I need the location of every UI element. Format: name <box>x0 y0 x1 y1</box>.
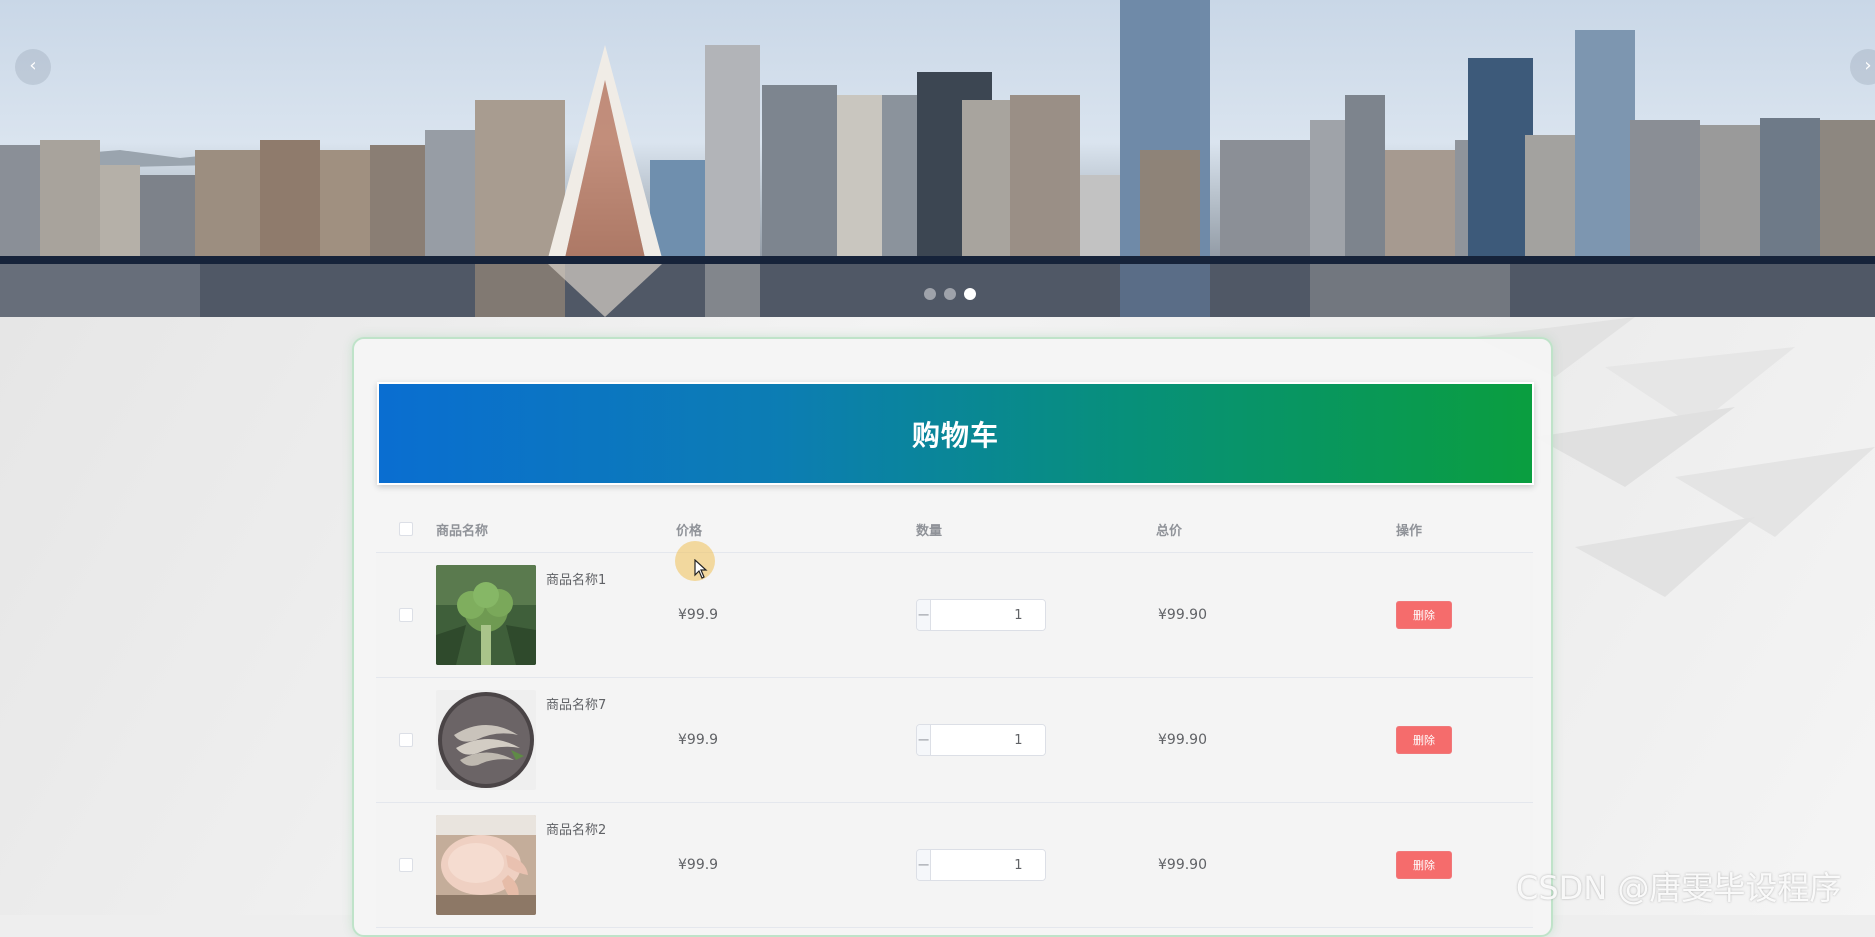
carousel-indicators <box>924 288 976 300</box>
column-header-total: 总价 <box>1156 523 1183 539</box>
product-total: ¥99.90 <box>1158 732 1207 748</box>
page-title: 购物车 <box>911 418 999 452</box>
carousel-indicator[interactable] <box>924 288 936 300</box>
product-image-broccoli[interactable] <box>436 565 536 665</box>
delete-button[interactable]: 删除 <box>1396 601 1452 629</box>
quantity-input[interactable] <box>931 725 1045 755</box>
delete-button[interactable]: 删除 <box>1396 726 1452 754</box>
quantity-input[interactable] <box>931 850 1045 880</box>
select-all-checkbox[interactable] <box>399 522 413 536</box>
decrease-quantity-button[interactable]: − <box>917 725 932 755</box>
table-row: 商品名称7 ¥99.9 − + ¥99.90 删除 <box>376 678 1533 803</box>
row-checkbox[interactable] <box>399 733 413 747</box>
column-header-quantity: 数量 <box>916 523 943 539</box>
table-header: 商品名称 价格 数量 总价 操作 <box>376 506 1533 553</box>
product-image-chicken[interactable] <box>436 815 536 915</box>
product-name: 商品名称1 <box>546 573 607 588</box>
delete-button[interactable]: 删除 <box>1396 851 1452 879</box>
mouse-pointer-icon <box>694 559 708 579</box>
table-row: 商品名称1 ¥99.9 − + ¥99.90 删除 <box>376 553 1533 678</box>
chevron-left-icon: ‹ <box>29 55 37 76</box>
row-checkbox[interactable] <box>399 608 413 622</box>
column-header-name: 商品名称 <box>436 523 489 539</box>
product-price: ¥99.9 <box>678 857 719 873</box>
product-name: 商品名称7 <box>546 698 607 713</box>
decrease-quantity-button[interactable]: − <box>917 600 932 630</box>
quantity-input[interactable] <box>931 600 1045 630</box>
cart-panel: 购物车 商品名称 价格 数量 总价 操作 商品名称1 ¥99.9 − 1 ¥99… <box>352 337 1553 937</box>
quantity-stepper: − + <box>916 599 1046 631</box>
table-row: 商品名称2 ¥99.9 − + ¥99.90 删除 <box>376 803 1533 928</box>
banner-carousel: ‹ › <box>0 0 1875 317</box>
column-header-operation: 操作 <box>1396 523 1423 539</box>
row-checkbox[interactable] <box>399 858 413 872</box>
column-header-price: 价格 <box>676 523 703 539</box>
quantity-stepper: − + <box>916 724 1046 756</box>
product-price: ¥99.9 <box>678 607 719 623</box>
cart-table: 商品名称 价格 数量 总价 操作 商品名称1 ¥99.9 − 1 ¥99.90 … <box>376 506 1533 928</box>
watermark: CSDN @唐雯毕设程序 <box>1516 869 1842 907</box>
chevron-right-icon: › <box>1864 55 1872 76</box>
product-image-shrimp[interactable] <box>436 690 536 790</box>
product-total: ¥99.90 <box>1158 607 1207 623</box>
carousel-indicator[interactable] <box>944 288 956 300</box>
product-price: ¥99.9 <box>678 732 719 748</box>
decrease-quantity-button[interactable]: − <box>917 850 932 880</box>
quantity-stepper: − + <box>916 849 1046 881</box>
carousel-prev-button[interactable]: ‹ <box>15 49 51 85</box>
product-total: ¥99.90 <box>1158 857 1207 873</box>
carousel-indicator-active[interactable] <box>964 288 976 300</box>
cart-title-bar: 购物车 <box>377 382 1534 485</box>
city-skyline-image <box>0 0 1875 317</box>
product-name: 商品名称2 <box>546 823 607 838</box>
